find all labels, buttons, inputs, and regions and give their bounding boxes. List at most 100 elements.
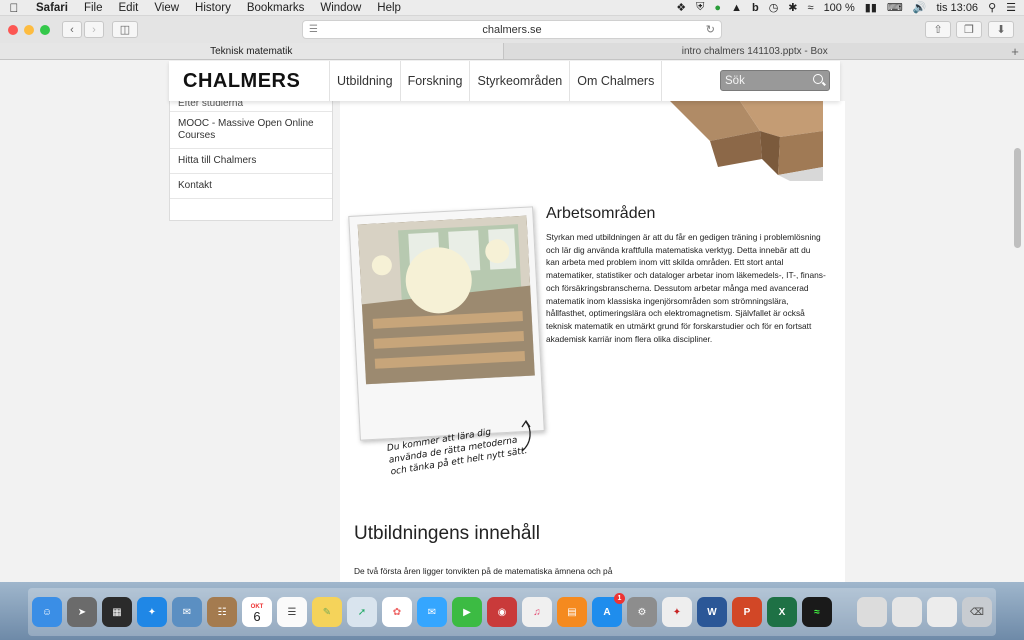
facetime-icon[interactable]: ▶ bbox=[452, 597, 482, 627]
paragraph-arbetsomraden: Styrkan med utbildningen är att du får e… bbox=[546, 232, 826, 344]
time-machine-icon[interactable]: ◷ bbox=[769, 1, 779, 14]
nav-forskning[interactable]: Forskning bbox=[399, 61, 470, 101]
battery-label[interactable]: 100 % bbox=[824, 2, 855, 14]
sidebar-item-efter-studierna[interactable]: Efter studierna bbox=[170, 101, 332, 112]
sidebar-item-mooc[interactable]: MOOC - Massive Open Online Courses bbox=[170, 112, 332, 149]
nav-utbildning[interactable]: Utbildning bbox=[329, 61, 400, 101]
powerpoint-icon[interactable]: P bbox=[732, 597, 762, 627]
nav-styrkeomraden[interactable]: Styrkeområden bbox=[469, 61, 569, 101]
photo-booth-icon[interactable]: ◉ bbox=[487, 597, 517, 627]
clock[interactable]: tis 13:06 bbox=[936, 2, 978, 14]
search-icon[interactable] bbox=[813, 74, 823, 84]
drive-icon[interactable]: ▲ bbox=[731, 2, 742, 14]
notification-center-icon[interactable]: ☰ bbox=[1006, 1, 1016, 14]
forward-button[interactable]: › bbox=[84, 21, 104, 38]
messages-icon[interactable]: ✉ bbox=[417, 597, 447, 627]
zoom-window-button[interactable] bbox=[40, 24, 50, 35]
sync-icon[interactable]: ● bbox=[714, 2, 721, 14]
chevron-right-icon: › bbox=[92, 23, 96, 36]
url-text: chalmers.se bbox=[482, 23, 542, 36]
menu-app-name[interactable]: Safari bbox=[28, 0, 76, 16]
spotlight-icon[interactable]: ⚲ bbox=[988, 1, 996, 14]
browser-toolbar: ‹ › ◫ ☰ chalmers.se ↻ ⇧ ❐ ⬇ bbox=[0, 16, 1024, 43]
downloads-button[interactable]: ⬇ bbox=[988, 21, 1014, 38]
itunes-icon[interactable]: ♫ bbox=[522, 597, 552, 627]
downloads-stack-icon[interactable] bbox=[857, 597, 887, 627]
recent-files-stack-icon[interactable] bbox=[927, 597, 957, 627]
sidebar-toggle-button[interactable]: ◫ bbox=[112, 21, 138, 38]
address-bar[interactable]: ☰ chalmers.se ↻ bbox=[302, 20, 722, 39]
safari-icon[interactable]: ✦ bbox=[137, 597, 167, 627]
download-icon: ⬇ bbox=[996, 24, 1006, 36]
site-search-input[interactable]: Sök bbox=[720, 70, 830, 91]
menu-help[interactable]: Help bbox=[369, 0, 409, 16]
menu-edit[interactable]: Edit bbox=[111, 0, 147, 16]
apple-menu-icon[interactable]:  bbox=[0, 1, 28, 15]
site-header: CHALMERS Utbildning Forskning Styrkeområ… bbox=[169, 61, 840, 101]
calendar-icon[interactable]: OKT 6 bbox=[242, 597, 272, 627]
heading-arbetsomraden: Arbetsområden bbox=[546, 205, 656, 222]
battery-icon[interactable]: ▮▮ bbox=[865, 1, 877, 14]
ibooks-icon[interactable]: ▤ bbox=[557, 597, 587, 627]
dashboard-icon[interactable]: ▦ bbox=[102, 597, 132, 627]
notes-icon[interactable]: ✎ bbox=[312, 597, 342, 627]
menu-view[interactable]: View bbox=[146, 0, 187, 16]
reader-icon[interactable]: ☰ bbox=[309, 24, 318, 35]
menu-window[interactable]: Window bbox=[312, 0, 369, 16]
menu-bar:  Safari File Edit View History Bookmark… bbox=[0, 0, 1024, 16]
tabs-icon: ❐ bbox=[964, 24, 974, 36]
sidebar-item-hitta-till-chalmers[interactable]: Hitta till Chalmers bbox=[170, 149, 332, 174]
share-icon: ⇧ bbox=[933, 24, 943, 36]
activity-monitor-icon[interactable]: ≈ bbox=[802, 597, 832, 627]
reload-icon[interactable]: ↻ bbox=[706, 23, 715, 36]
word-icon[interactable]: W bbox=[697, 597, 727, 627]
scrollbar-thumb[interactable] bbox=[1014, 148, 1021, 248]
study-hall-photo bbox=[357, 215, 535, 385]
contacts-icon[interactable]: ☷ bbox=[207, 597, 237, 627]
new-tab-button[interactable]: + bbox=[1006, 43, 1024, 59]
nav-om-chalmers[interactable]: Om Chalmers bbox=[569, 61, 663, 101]
menu-history[interactable]: History bbox=[187, 0, 239, 16]
search-placeholder: Sök bbox=[725, 74, 745, 87]
menu-bookmarks[interactable]: Bookmarks bbox=[239, 0, 313, 16]
status-tray: ❖ ⛨ ● ▲ b ◷ ✱ ≈ 100 % ▮▮ ⌨ 🔊 tis 13:06 ⚲… bbox=[676, 1, 1024, 14]
acrobat-icon[interactable]: ✦ bbox=[662, 597, 692, 627]
tab-teknisk-matematik[interactable]: Teknisk matematik bbox=[0, 43, 503, 59]
share-button[interactable]: ⇧ bbox=[925, 21, 951, 38]
keyboard-icon[interactable]: ⌨ bbox=[887, 1, 903, 14]
back-button[interactable]: ‹ bbox=[62, 21, 82, 38]
plus-icon: + bbox=[1011, 44, 1019, 59]
calendar-day: 6 bbox=[253, 609, 261, 624]
launchpad-icon[interactable]: ➤ bbox=[67, 597, 97, 627]
mail-icon[interactable]: ✉ bbox=[172, 597, 202, 627]
sidebar-icon: ◫ bbox=[119, 24, 131, 36]
shield-icon[interactable]: ⛨ bbox=[696, 1, 704, 14]
system-preferences-icon[interactable]: ⚙ bbox=[627, 597, 657, 627]
dropbox-icon[interactable]: ❖ bbox=[676, 1, 686, 14]
chalmers-logo[interactable]: CHALMERS bbox=[183, 70, 329, 93]
wifi-icon[interactable]: ≈ bbox=[808, 2, 814, 14]
volume-icon[interactable]: 🔊 bbox=[913, 1, 927, 14]
menu-file[interactable]: File bbox=[76, 0, 111, 16]
documents-stack-icon[interactable] bbox=[892, 597, 922, 627]
app-store-icon[interactable]: A bbox=[592, 593, 625, 627]
photos-icon[interactable]: ✿ bbox=[382, 597, 412, 627]
tabs-overview-button[interactable]: ❐ bbox=[956, 21, 982, 38]
tab-intro-chalmers[interactable]: intro chalmers 141103.pptx - Box bbox=[502, 43, 1007, 59]
finder-icon[interactable]: ☺ bbox=[32, 597, 62, 627]
close-window-button[interactable] bbox=[8, 24, 18, 35]
page-scrollbar[interactable] bbox=[1010, 60, 1024, 582]
tab-bar: Teknisk matematik intro chalmers 141103.… bbox=[0, 43, 1024, 60]
bluetooth-icon[interactable]: ✱ bbox=[788, 1, 797, 14]
minimize-window-button[interactable] bbox=[24, 24, 34, 35]
main-column: Du kommer att lära dig använda de rätta … bbox=[340, 101, 845, 582]
maps-icon[interactable]: ➚ bbox=[347, 597, 377, 627]
reminders-icon[interactable]: ☰ bbox=[277, 597, 307, 627]
b-app-icon[interactable]: b bbox=[752, 2, 759, 14]
excel-icon[interactable]: X bbox=[767, 597, 797, 627]
web-content: Du kommer att lära dig använda de rätta … bbox=[0, 60, 1024, 582]
left-sidebar-menu: Efter studierna MOOC - Massive Open Onli… bbox=[169, 101, 333, 221]
trash-icon[interactable]: ⌫ bbox=[962, 597, 992, 627]
wood-blocks-illustration bbox=[670, 101, 823, 181]
sidebar-item-kontakt[interactable]: Kontakt bbox=[170, 174, 332, 199]
